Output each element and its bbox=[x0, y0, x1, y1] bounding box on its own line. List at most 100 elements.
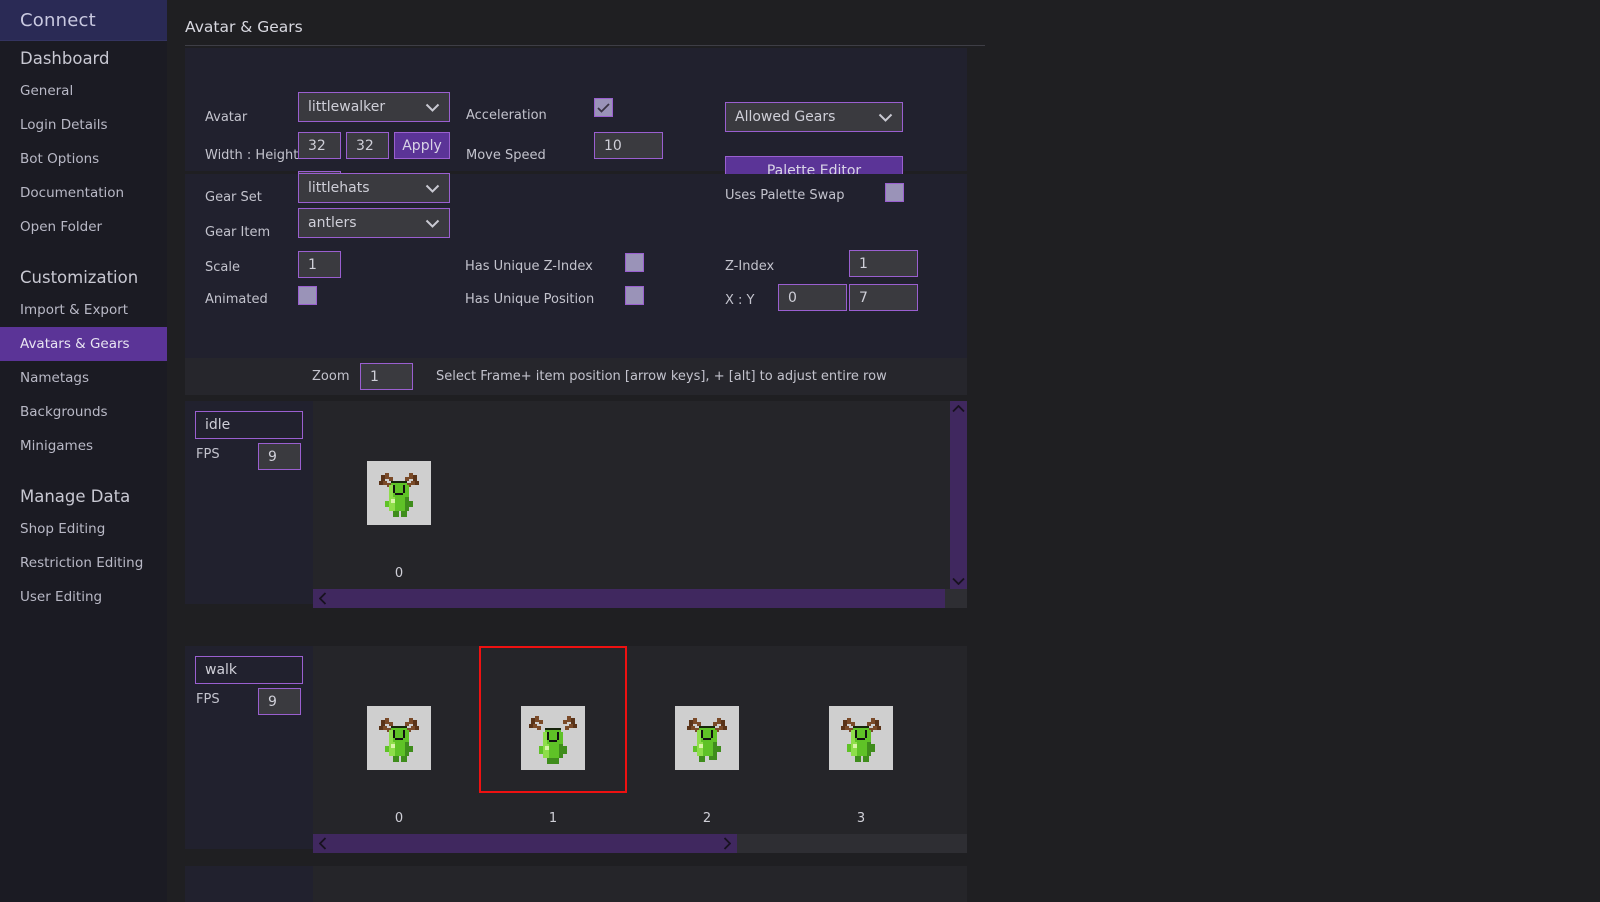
chevron-right-icon[interactable] bbox=[723, 837, 731, 850]
animation-row-walk: walk FPS 9 0 1 2 3 bbox=[185, 646, 967, 853]
animated-checkbox[interactable] bbox=[298, 286, 317, 305]
zindex-label: Z-Index bbox=[725, 259, 775, 274]
height-input[interactable]: 32 bbox=[346, 132, 389, 159]
animated-label: Animated bbox=[205, 292, 268, 307]
fps-input[interactable]: 9 bbox=[258, 443, 301, 470]
frame-cell[interactable]: 3 bbox=[787, 646, 935, 849]
animation-name-input[interactable]: walk bbox=[195, 656, 303, 684]
uses-palette-swap-checkbox[interactable] bbox=[885, 183, 904, 202]
chevron-down-icon[interactable] bbox=[952, 577, 965, 585]
chevron-up-icon[interactable] bbox=[952, 405, 965, 413]
animation-row-sidebar: walk FPS 9 bbox=[185, 646, 313, 849]
chevron-down-icon bbox=[425, 103, 440, 112]
move-speed-input[interactable]: 10 bbox=[594, 132, 663, 159]
move-speed-label: Move Speed bbox=[466, 148, 546, 163]
connect-button[interactable]: Connect bbox=[0, 0, 167, 41]
frame-index-label: 3 bbox=[856, 811, 866, 826]
sidebar-nav: Dashboard General Login Details Bot Options… bbox=[0, 41, 167, 614]
chevron-left-icon[interactable] bbox=[319, 592, 327, 605]
fps-label: FPS bbox=[196, 692, 220, 707]
sidebar-group-title-manage-data: Manage Data bbox=[20, 487, 131, 506]
sidebar-group-title-dashboard: Dashboard bbox=[20, 49, 110, 68]
frame-cell[interactable]: 2 bbox=[633, 646, 781, 849]
zoom-bar: Zoom 1 Select Frame+ item position [arro… bbox=[185, 358, 967, 395]
frame-sprite bbox=[829, 706, 893, 770]
frame-strip[interactable]: 0 bbox=[313, 401, 967, 604]
frame-index-label: 2 bbox=[702, 811, 712, 826]
connect-label: Connect bbox=[20, 9, 96, 31]
width-input[interactable]: 32 bbox=[298, 132, 341, 159]
frame-index-label: 0 bbox=[394, 566, 404, 581]
sidebar-item-user-editing[interactable]: User Editing bbox=[0, 580, 167, 614]
avatar-select[interactable]: littlewalker bbox=[298, 92, 450, 122]
sidebar-item-bot-options[interactable]: Bot Options bbox=[0, 142, 167, 176]
sidebar-item-avatars-gears[interactable]: Avatars & Gears bbox=[0, 327, 167, 361]
chevron-down-icon bbox=[878, 113, 893, 122]
frames-vertical-scrollbar[interactable] bbox=[950, 401, 967, 589]
frame-cell[interactable]: 0 bbox=[325, 646, 473, 849]
acceleration-label: Acceleration bbox=[466, 108, 547, 123]
sidebar-item-minigames[interactable]: Minigames bbox=[0, 429, 167, 463]
sidebar-item-login-details[interactable]: Login Details bbox=[0, 108, 167, 142]
gear-item-label: Gear Item bbox=[205, 225, 271, 240]
fps-input[interactable]: 9 bbox=[258, 688, 301, 715]
sidebar-item-documentation[interactable]: Documentation bbox=[0, 176, 167, 210]
frame-index-label: 0 bbox=[394, 811, 404, 826]
animation-row-partial bbox=[185, 866, 967, 902]
zindex-input[interactable]: 1 bbox=[849, 250, 918, 277]
frame-cell[interactable]: 0 bbox=[325, 401, 473, 604]
sidebar-item-open-folder[interactable]: Open Folder bbox=[0, 210, 167, 244]
y-input[interactable]: 7 bbox=[849, 284, 918, 311]
acceleration-checkbox[interactable] bbox=[594, 98, 613, 117]
frame-strip[interactable]: 0 1 2 3 bbox=[313, 646, 967, 849]
animation-row-sidebar: idle FPS 9 bbox=[185, 401, 313, 604]
apply-button[interactable]: Apply bbox=[394, 132, 450, 159]
frame-strip[interactable] bbox=[313, 866, 967, 902]
zoom-input[interactable]: 1 bbox=[360, 363, 413, 390]
chevron-left-icon[interactable] bbox=[319, 837, 327, 850]
frame-sprite bbox=[367, 706, 431, 770]
avatar-label: Avatar bbox=[205, 110, 248, 125]
chevron-down-icon bbox=[425, 219, 440, 228]
gear-item-value: antlers bbox=[308, 215, 357, 231]
sidebar-item-backgrounds[interactable]: Backgrounds bbox=[0, 395, 167, 429]
frames-horizontal-scrollbar[interactable] bbox=[313, 589, 967, 608]
frame-sprite bbox=[521, 706, 585, 770]
sidebar: Connect Dashboard General Login Details Bot… bbox=[0, 0, 167, 902]
fps-label: FPS bbox=[196, 447, 220, 462]
frame-sprite bbox=[367, 461, 431, 525]
has-unique-zindex-checkbox[interactable] bbox=[625, 253, 644, 272]
avatar-settings-panel: Avatar littlewalker Width : Height 32 32… bbox=[185, 48, 967, 202]
frames-horizontal-scroll-thumb[interactable] bbox=[313, 834, 737, 853]
gear-set-select[interactable]: littlehats bbox=[298, 173, 450, 203]
sidebar-item-restriction-editing[interactable]: Restriction Editing bbox=[0, 546, 167, 580]
gear-set-value: littlehats bbox=[308, 180, 370, 196]
frames-horizontal-scrollbar[interactable] bbox=[313, 834, 967, 853]
frame-hint-text: Select Frame+ item position [arrow keys]… bbox=[436, 369, 887, 384]
has-unique-position-checkbox[interactable] bbox=[625, 286, 644, 305]
gear-set-label: Gear Set bbox=[205, 190, 262, 205]
uses-palette-swap-label: Uses Palette Swap bbox=[725, 188, 845, 203]
allowed-gears-value: Allowed Gears bbox=[735, 109, 836, 125]
has-unique-position-label: Has Unique Position bbox=[465, 292, 595, 307]
frame-sprite bbox=[675, 706, 739, 770]
sidebar-item-import-export[interactable]: Import & Export bbox=[0, 293, 167, 327]
sidebar-group-title-customization: Customization bbox=[20, 268, 139, 287]
frame-index-label: 1 bbox=[548, 811, 558, 826]
gear-scale-input[interactable]: 1 bbox=[298, 251, 341, 278]
gear-item-select[interactable]: antlers bbox=[298, 208, 450, 238]
frames-horizontal-scroll-thumb[interactable] bbox=[313, 589, 945, 608]
x-input[interactable]: 0 bbox=[778, 284, 847, 311]
frame-cell[interactable]: 1 bbox=[479, 646, 627, 849]
allowed-gears-select[interactable]: Allowed Gears bbox=[725, 102, 903, 132]
frames-vertical-scroll-thumb[interactable] bbox=[950, 401, 967, 589]
width-height-label: Width : Height bbox=[205, 148, 299, 163]
animation-name-input[interactable]: idle bbox=[195, 411, 303, 439]
sidebar-item-shop-editing[interactable]: Shop Editing bbox=[0, 512, 167, 546]
zoom-label: Zoom bbox=[312, 369, 350, 384]
sidebar-item-general[interactable]: General bbox=[0, 74, 167, 108]
animation-row-idle: idle FPS 9 0 bbox=[185, 401, 967, 608]
sidebar-item-nametags[interactable]: Nametags bbox=[0, 361, 167, 395]
